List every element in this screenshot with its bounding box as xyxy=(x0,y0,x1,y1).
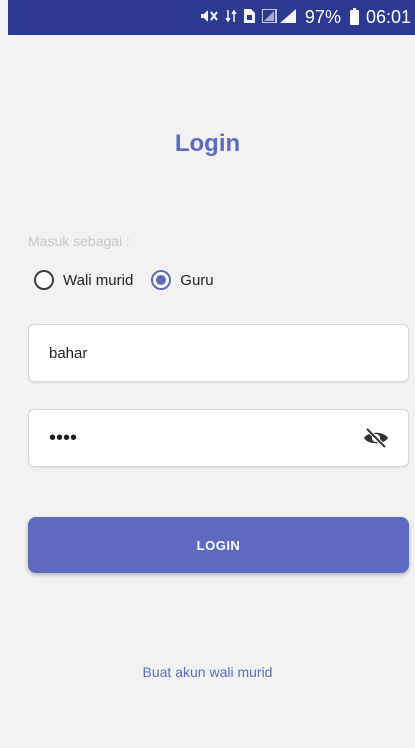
login-button[interactable]: LOGIN xyxy=(28,517,409,573)
password-input[interactable] xyxy=(47,425,362,451)
sim-icon xyxy=(243,8,255,27)
create-parent-account-link[interactable]: Buat akun wali murid xyxy=(0,664,415,680)
radio-unchecked-icon[interactable] xyxy=(34,270,54,290)
eye-off-icon[interactable] xyxy=(362,426,390,450)
username-field-container xyxy=(28,324,409,382)
radio-label-guru: Guru xyxy=(180,271,214,289)
radio-checked-icon[interactable] xyxy=(151,270,172,290)
signal-icon xyxy=(261,7,298,27)
battery-percent: 97% xyxy=(304,7,341,27)
login-as-label: Masuk sebagai : xyxy=(28,233,130,249)
password-field-container xyxy=(28,409,409,467)
role-radio-group: Wali murid Guru xyxy=(34,270,214,290)
data-transfer-icon xyxy=(225,9,237,27)
page-title: Login xyxy=(174,130,241,157)
radio-wali-murid[interactable]: Wali murid xyxy=(34,270,133,290)
mute-icon xyxy=(200,9,218,27)
username-input[interactable] xyxy=(47,343,390,363)
radio-label-wali-murid: Wali murid xyxy=(63,271,134,289)
status-bar: 97% 06:01 xyxy=(8,0,415,35)
battery-icon xyxy=(349,8,359,25)
radio-guru[interactable]: Guru xyxy=(151,270,214,290)
status-time: 06:01 xyxy=(365,7,411,27)
